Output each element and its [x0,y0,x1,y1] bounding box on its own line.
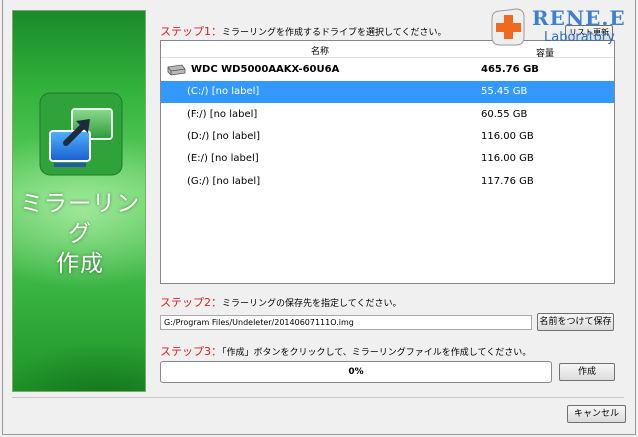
partition-name: (G:/) [no label] [187,176,261,187]
save-as-button[interactable]: 名前をつけて保存 [537,313,614,331]
step3-label: ステップ3： [160,345,222,358]
cancel-button[interactable]: キャンセル [567,405,626,423]
disk-name: WDC WD5000AAKX-60U6A [191,64,340,75]
partition-capacity: 116.00 GB [481,153,534,164]
logo-text-sub: Laboratory [544,30,615,45]
partition-row[interactable]: (F:/) [no label] 60.55 GB [161,104,614,126]
step3-instruction: ステップ3：「作成」ボタンをクリックして、ミラーリングファイルを作成してください… [160,343,531,359]
partition-name: (F:/) [no label] [187,109,258,120]
step2-label: ステップ2： [160,296,222,309]
progress-bar: 0% [160,361,552,383]
step1-text: ミラーリングを作成するドライブを選択してください。 [222,28,447,38]
drive-list[interactable]: 名称 容量 WDC WD5000AAKX-60U6A 465.76 GB (C:… [160,40,615,284]
step2-instruction: ステップ2：ミラーリングの保存先を指定してください。 [160,294,401,310]
partition-capacity: 60.55 GB [481,109,528,120]
sidebar-title-line2: 作成 [56,251,104,277]
step2-text: ミラーリングの保存先を指定してください。 [222,299,402,309]
footer-divider [12,397,624,398]
save-path-input[interactable]: G:/Program Files/Undeleter/20140607111O.… [160,315,532,330]
partition-row[interactable]: (C:/) [no label] 55.45 GB [161,81,614,103]
rene-logo: RENE.E Laboratory [488,2,636,52]
progress-text: 0% [348,367,364,377]
partition-capacity: 116.00 GB [481,131,534,142]
create-button[interactable]: 作成 [559,363,615,381]
disk-row[interactable]: WDC WD5000AAKX-60U6A 465.76 GB [161,59,614,81]
partition-row[interactable]: (E:/) [no label] 116.00 GB [161,148,614,170]
column-header-name[interactable]: 名称 [161,44,479,57]
partition-name: (D:/) [no label] [187,131,261,142]
sidebar-title: ミラーリング 作成 [13,189,145,279]
step1-instruction: ステップ1：ミラーリングを作成するドライブを選択してください。 [160,23,446,39]
sidebar-title-line1: ミラーリング [20,191,140,247]
partition-capacity: 55.45 GB [481,86,528,97]
partition-row[interactable]: (G:/) [no label] 117.76 GB [161,171,614,193]
step1-label: ステップ1： [160,25,222,38]
partition-name: (E:/) [no label] [187,153,259,164]
logo-text-main: RENE.E [532,6,626,30]
mirroring-icon [39,92,123,176]
partition-name: (C:/) [no label] [187,86,260,97]
partition-capacity: 117.76 GB [481,176,534,187]
sidebar-panel: ミラーリング 作成 [12,10,146,392]
partition-row[interactable]: (D:/) [no label] 116.00 GB [161,126,614,148]
step3-text: 「作成」ボタンをクリックして、ミラーリングファイルを作成してください。 [222,348,532,358]
first-aid-cross-icon [491,8,525,46]
disk-capacity: 465.76 GB [481,64,539,75]
hard-disk-icon [167,64,186,76]
